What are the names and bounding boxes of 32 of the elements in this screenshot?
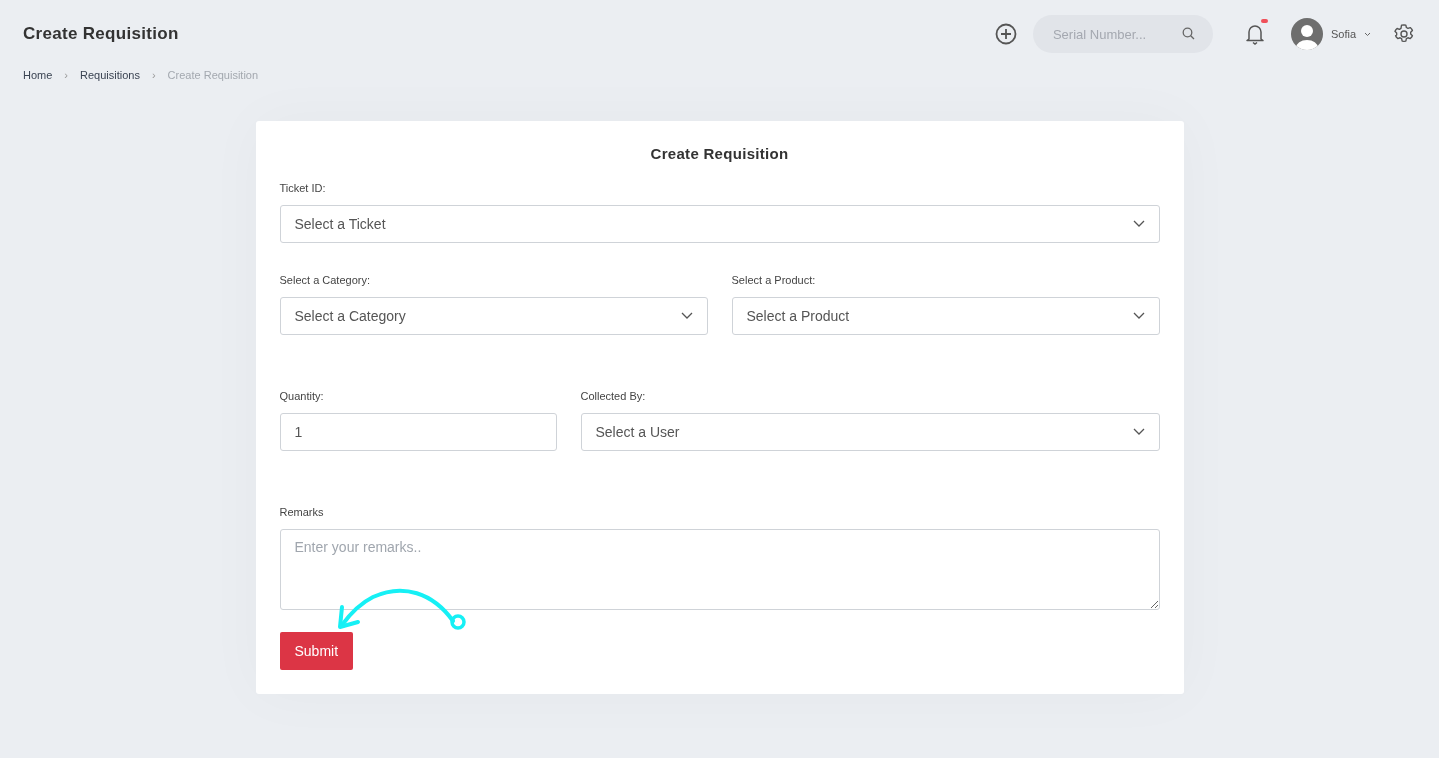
settings-icon[interactable] [1393,23,1415,45]
breadcrumb-separator: › [64,69,68,81]
breadcrumb-separator: › [151,69,156,81]
select-field[interactable]: Select a User [580,413,1160,451]
field-label: Ticket ID: [279,182,327,194]
select-field[interactable]: Select a Ticket [279,205,1160,243]
form-title: Create Requisition [649,145,790,162]
avatar-icon[interactable] [1290,18,1323,50]
submit-button[interactable]: Submit [279,632,354,670]
chevron-down-icon [1132,220,1145,228]
select-field[interactable]: Select a Product [731,297,1160,335]
search-icon[interactable] [1181,27,1195,40]
breadcrumb-link[interactable]: Home [23,69,53,81]
user-name[interactable]: Sofia [1330,28,1356,40]
field-label: Select a Category: [279,274,371,286]
field-label: Collected By: [580,390,647,402]
page-title: Create Requisition [23,24,180,44]
chevron-down-icon [1132,312,1145,320]
remarks-field[interactable]: Enter your remarks.. [279,529,1160,610]
select-field[interactable]: Select a Category [279,297,708,335]
field-label: Remarks [279,506,325,518]
quantity-field[interactable]: 1 [279,413,557,451]
chevron-down-icon [1132,428,1145,436]
field-label: Select a Product: [731,274,817,286]
breadcrumb-current: Create Requisition [167,69,259,81]
add-icon[interactable] [994,23,1017,45]
breadcrumb-link[interactable]: Requisitions [80,69,140,81]
search-field[interactable]: Serial Number... [1032,15,1213,53]
field-label: Quantity: [279,390,325,402]
caret-icon[interactable] [1364,31,1371,37]
chevron-down-icon [680,312,693,320]
bell-icon[interactable] [1244,23,1265,45]
